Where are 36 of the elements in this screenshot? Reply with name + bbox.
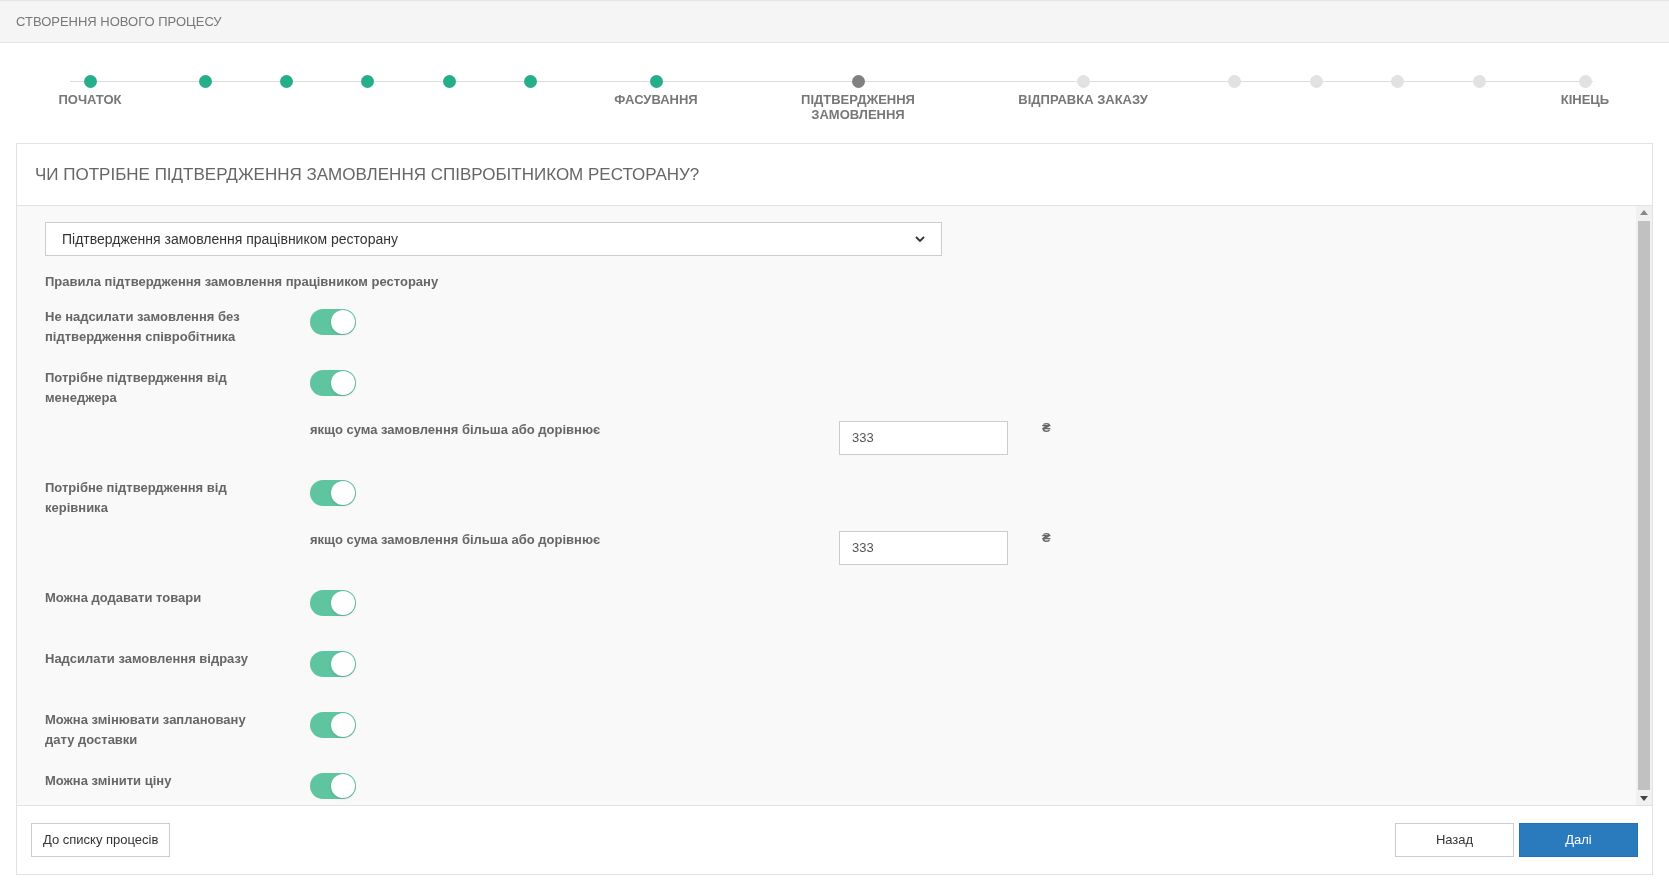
chevron-down-icon — [915, 235, 925, 243]
toggle-switch[interactable] — [310, 480, 356, 506]
threshold-label: якщо сума замовлення більша або дорівнює — [310, 422, 602, 438]
rules-heading: Правила підтвердження замовлення працівником ресторану — [45, 273, 440, 291]
toggle-switch[interactable] — [310, 590, 356, 616]
rule-label: Потрібне підтвердження від менеджера — [45, 369, 228, 407]
scroll-up-icon[interactable] — [1640, 210, 1648, 215]
step-label: ПІДТВЕРДЖЕННЯ ЗАМОВЛЕННЯ — [800, 92, 916, 122]
toggle-switch[interactable] — [310, 712, 356, 738]
rule-label: Потрібне підтвердження від керівника — [45, 479, 228, 517]
scroll-down-icon[interactable] — [1640, 796, 1648, 801]
amount-field[interactable]: 333 — [839, 531, 1008, 565]
rule-label: Можна змінювати заплановану дату доставки — [45, 711, 247, 749]
toggle-switch[interactable] — [310, 370, 356, 396]
step-label: ПОЧАТОК — [57, 92, 123, 107]
toggle-switch[interactable] — [310, 651, 356, 677]
scrollbar[interactable] — [1636, 206, 1652, 805]
back-button[interactable]: Назад — [1395, 823, 1514, 857]
next-button[interactable]: Далі — [1519, 823, 1638, 857]
currency-sign: ₴ — [1042, 530, 1051, 546]
process-list-button[interactable]: До списку процесів — [31, 823, 171, 857]
toggle-switch[interactable] — [310, 309, 356, 335]
rule-label: Можна змінити ціну — [45, 772, 173, 790]
rule-label: Не надсилати замовлення без підтвердження співробітника — [45, 308, 241, 346]
currency-sign: ₴ — [1042, 420, 1051, 436]
step-label: ФАСУВАННЯ — [613, 92, 699, 107]
rule-label: Надсилати замовлення відразу — [45, 650, 249, 668]
rule-label: Можна додавати товари — [45, 589, 203, 607]
question-title: ЧИ ПОТРІБНЕ ПІДТВЕРДЖЕННЯ ЗАМОВЛЕННЯ СПІВРОБІТНИКОМ РЕСТОРАНУ? — [35, 163, 700, 186]
toggle-switch[interactable] — [310, 773, 356, 799]
step-label: КІНЕЦЬ — [1559, 92, 1611, 107]
threshold-label: якщо сума замовлення більша або дорівнює — [310, 532, 602, 548]
step-label: ВІДПРАВКА ЗАКАЗУ — [1018, 92, 1148, 107]
select-field[interactable]: Підтвердження замовлення працівником ресторану — [45, 222, 942, 256]
page-title: СТВОРЕННЯ НОВОГО ПРОЦЕСУ — [16, 12, 222, 31]
amount-field[interactable]: 333 — [839, 421, 1008, 455]
